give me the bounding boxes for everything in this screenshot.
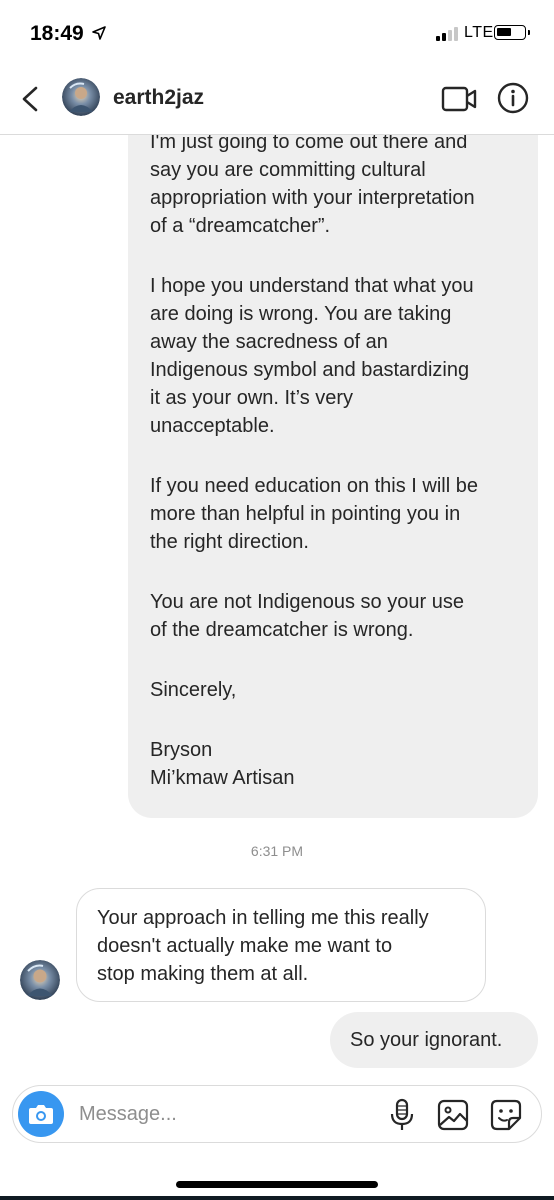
avatar[interactable] — [62, 78, 100, 116]
gallery-button[interactable] — [437, 1098, 469, 1132]
chat-header: earth2jaz — [0, 66, 554, 135]
message-paragraph: I'm just going to come out there and say… — [150, 134, 475, 237]
chat-username[interactable]: earth2jaz — [113, 86, 204, 110]
status-time: 18:49 — [30, 22, 84, 45]
video-call-icon — [441, 86, 477, 112]
sticker-button[interactable] — [489, 1098, 523, 1132]
screen-edge — [0, 1196, 554, 1200]
gallery-icon — [437, 1099, 469, 1131]
network-type: LTE — [464, 24, 494, 41]
video-call-button[interactable] — [440, 82, 478, 116]
camera-button[interactable] — [18, 1091, 64, 1137]
voice-message-button[interactable] — [387, 1098, 417, 1132]
message-paragraph: If you need education on this I will be … — [150, 475, 478, 553]
battery-icon — [494, 25, 530, 40]
message-signature: Bryson Mi’kmaw Artisan — [150, 739, 295, 789]
location-arrow-icon — [92, 26, 106, 45]
message-input[interactable] — [79, 1096, 349, 1132]
microphone-icon — [390, 1098, 414, 1130]
message-paragraph: Sincerely, — [150, 679, 237, 701]
status-bar: 18:49 LTE — [0, 0, 554, 66]
message-paragraph: I hope you understand that what you are … — [150, 275, 474, 437]
message-timestamp: 6:31 PM — [250, 843, 304, 859]
received-message-bubble[interactable]: I'm just going to come out there and say… — [128, 134, 538, 818]
message-paragraph: You are not Indigenous so your use of th… — [150, 591, 464, 641]
sender-avatar[interactable] — [20, 960, 60, 1000]
signal-bars-icon — [436, 27, 460, 46]
info-icon — [497, 82, 529, 114]
outgoing-message-bubble[interactable]: So your ignorant. — [330, 1012, 538, 1068]
info-button[interactable] — [496, 81, 530, 115]
camera-icon — [29, 1105, 53, 1124]
sticker-icon — [490, 1099, 522, 1131]
message-thread[interactable]: I'm just going to come out there and say… — [0, 134, 554, 1078]
back-button[interactable] — [16, 82, 46, 116]
home-indicator[interactable] — [176, 1181, 378, 1188]
incoming-message-bubble[interactable]: Your approach in telling me this really … — [76, 888, 486, 1002]
chevron-left-icon — [22, 86, 38, 112]
message-composer — [12, 1085, 542, 1143]
